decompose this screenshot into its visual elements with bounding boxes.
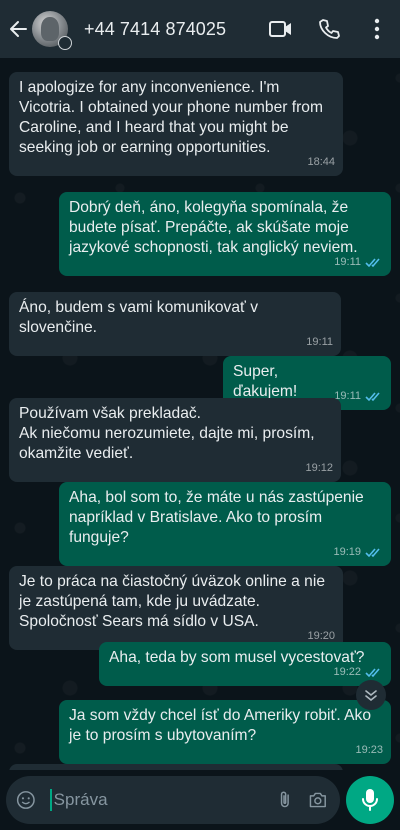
mic-icon bbox=[362, 789, 378, 811]
chevron-down-icon bbox=[365, 690, 377, 702]
message-text: I apologize for any inconvenience. I'm V… bbox=[19, 79, 323, 156]
message-incoming[interactable]: Je to práca na čiastočný úväzok online a… bbox=[9, 566, 343, 650]
chat-header: +44 7414 874025 bbox=[0, 0, 400, 58]
message-outgoing[interactable]: Ja som vždy chcel ísť do Ameriky robiť. … bbox=[59, 700, 391, 764]
message-text: Ja som vždy chcel ísť do Ameriky robiť. … bbox=[69, 707, 372, 744]
message-input-box bbox=[6, 776, 340, 824]
more-vert-icon[interactable] bbox=[364, 16, 390, 42]
attach-icon[interactable] bbox=[275, 788, 295, 812]
message-time: 19:12 bbox=[305, 462, 333, 474]
chat-screen: +44 7414 874025 I apologize for any inco… bbox=[0, 0, 400, 830]
message-time: 18:44 bbox=[307, 156, 335, 168]
message-time: 19:11 bbox=[306, 336, 333, 348]
read-ticks-icon bbox=[365, 547, 380, 557]
message-list[interactable]: I apologize for any inconvenience. I'm V… bbox=[0, 58, 400, 770]
message-outgoing[interactable]: Aha, bol som to, že máte u nás zastúpeni… bbox=[59, 482, 391, 566]
message-incoming[interactable]: Používam však prekladač. Ak niečomu nero… bbox=[9, 398, 341, 482]
message-text: Aha, bol som to, že máte u nás zastúpeni… bbox=[69, 489, 364, 546]
message-outgoing[interactable]: Dobrý deň, áno, kolegyňa spomínala, že b… bbox=[59, 192, 391, 276]
message-text: Áno, budem s vami komunikovať v slovenči… bbox=[19, 299, 258, 336]
message-time: 19:22 bbox=[333, 666, 361, 678]
video-call-icon[interactable] bbox=[268, 16, 294, 42]
message-text: Používam však prekladač. Ak niečomu nero… bbox=[19, 405, 315, 462]
message-time: 19:23 bbox=[355, 744, 383, 756]
avatar[interactable] bbox=[32, 11, 72, 50]
composer-bar bbox=[0, 770, 400, 830]
read-ticks-icon bbox=[365, 257, 380, 267]
read-ticks-icon bbox=[365, 391, 380, 401]
scroll-to-bottom-button[interactable] bbox=[356, 680, 386, 710]
message-input[interactable] bbox=[49, 789, 275, 811]
emoji-icon[interactable] bbox=[16, 788, 36, 812]
status-badge bbox=[58, 36, 72, 50]
message-outgoing[interactable]: Aha, teda by som musel vycestovať? 19:22 bbox=[99, 642, 391, 686]
message-text: Super, ďakujem! bbox=[233, 363, 298, 400]
message-incoming[interactable]: I apologize for any inconvenience. I'm V… bbox=[9, 72, 343, 176]
message-incoming[interactable]: Áno, budem s vami komunikovať v slovenči… bbox=[9, 292, 341, 356]
read-ticks-icon bbox=[365, 667, 380, 677]
phone-icon[interactable] bbox=[316, 16, 342, 42]
message-time: 19:19 bbox=[333, 546, 361, 558]
message-time: 19:11 bbox=[334, 256, 361, 268]
contact-name[interactable]: +44 7414 874025 bbox=[84, 19, 268, 40]
mic-button[interactable] bbox=[346, 776, 394, 824]
camera-icon[interactable] bbox=[308, 788, 328, 812]
message-text: Je to práca na čiastočný úväzok online a… bbox=[19, 573, 325, 630]
back-arrow-icon[interactable] bbox=[6, 17, 30, 41]
message-text: Dobrý deň, áno, kolegyňa spomínala, že b… bbox=[69, 199, 358, 256]
